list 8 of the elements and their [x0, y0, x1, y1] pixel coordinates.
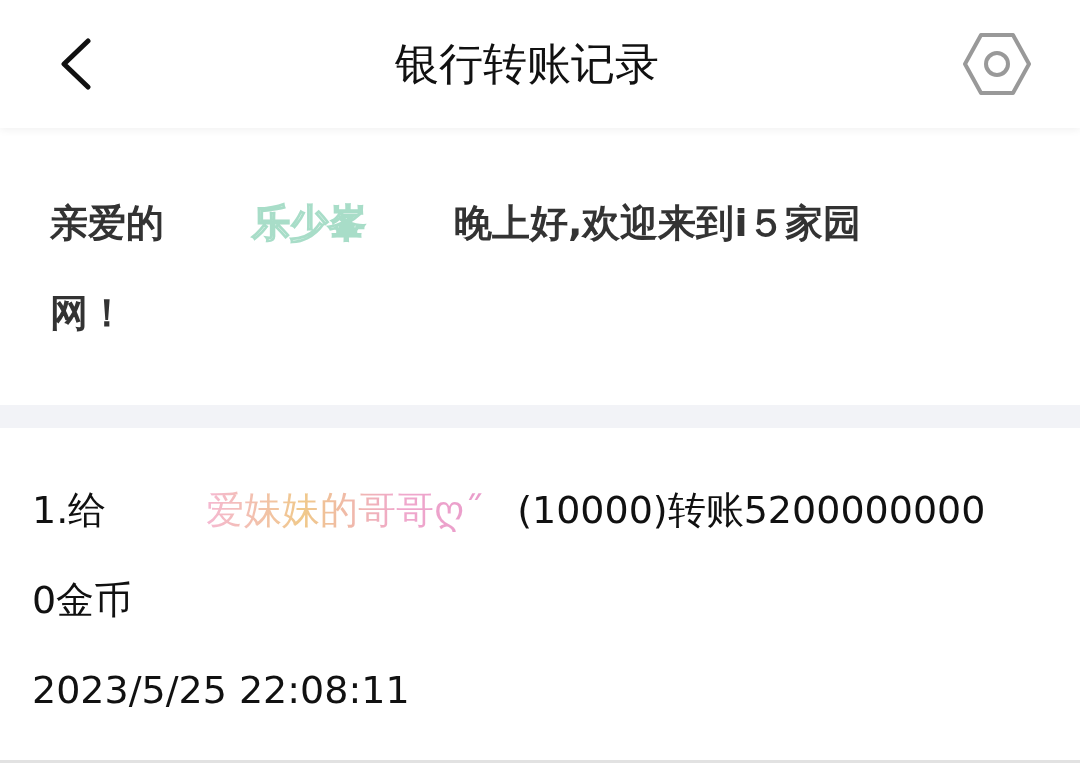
page-title: 银行转账记录: [395, 36, 659, 91]
back-button[interactable]: [58, 38, 92, 90]
transfer-time: 2023/5/25 22:08:11: [32, 667, 411, 714]
greeting-text: 亲爱的 乐少峯 晚上好,欢迎来到i５家园网！: [50, 200, 863, 337]
back-icon: [58, 38, 92, 90]
transfer-text: 1.给 爱妹妹的哥哥ღ˝ (10000)转账52000000000金币: [32, 465, 992, 645]
settings-button[interactable]: [962, 32, 1032, 96]
settings-icon: [962, 32, 1032, 96]
